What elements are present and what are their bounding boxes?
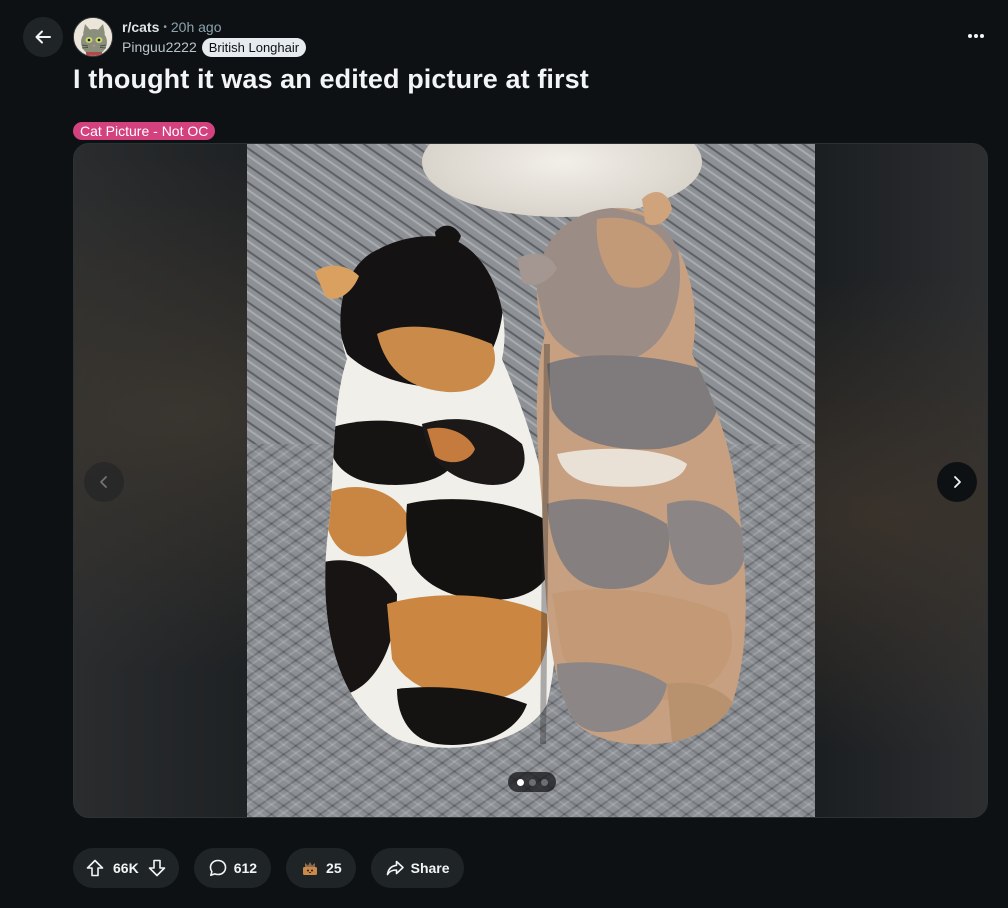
gallery-next-button[interactable] [937, 462, 977, 502]
share-label: Share [410, 860, 450, 876]
post-action-bar: 66K 612 25 Share [73, 848, 464, 888]
share-arrow-icon [386, 860, 404, 876]
post-meta: r/cats • 20h ago Pinguu2222 British Long… [122, 18, 307, 57]
award-button[interactable]: 25 [286, 848, 356, 888]
share-button[interactable]: Share [370, 848, 464, 888]
more-options-button[interactable] [960, 20, 992, 52]
post-title[interactable]: I thought it was an edited picture at fi… [73, 64, 589, 95]
chevron-right-icon [954, 476, 961, 488]
more-horizontal-icon [968, 34, 984, 38]
gallery-dot-2[interactable] [528, 778, 536, 786]
award-count: 25 [326, 860, 342, 876]
gallery-dot-1[interactable] [516, 778, 524, 786]
image-gallery[interactable] [73, 143, 988, 818]
meta-separator: • [163, 22, 167, 33]
subreddit-link[interactable]: r/cats [122, 18, 159, 37]
upvote-arrow-icon [86, 859, 104, 877]
downvote-arrow-icon [148, 859, 165, 877]
gallery-dot-3[interactable] [540, 778, 548, 786]
vote-group: 66K [73, 848, 179, 888]
chevron-left-icon [100, 476, 107, 488]
post-timestamp: 20h ago [170, 19, 222, 35]
user-flair-badge: British Longhair [201, 38, 307, 57]
subreddit-avatar[interactable] [73, 17, 113, 57]
comment-bubble-icon [209, 859, 226, 877]
vote-count: 66K [113, 860, 139, 876]
upvote-button[interactable] [83, 856, 107, 880]
award-icon [303, 862, 318, 875]
gallery-pagination [508, 772, 556, 792]
gallery-previous-button[interactable] [84, 462, 124, 502]
comments-button[interactable]: 612 [193, 848, 272, 888]
author-link[interactable]: Pinguu2222 [122, 38, 197, 57]
comment-count: 612 [233, 860, 258, 876]
downvote-button[interactable] [145, 856, 169, 880]
cat-avatar-icon [74, 18, 112, 56]
post-flair-badge[interactable]: Cat Picture - Not OC [73, 122, 216, 140]
gallery-image[interactable] [247, 144, 815, 818]
back-button[interactable] [23, 17, 63, 57]
arrow-left-icon [35, 30, 51, 44]
post-page: r/cats • 20h ago Pinguu2222 British Long… [0, 0, 1008, 908]
